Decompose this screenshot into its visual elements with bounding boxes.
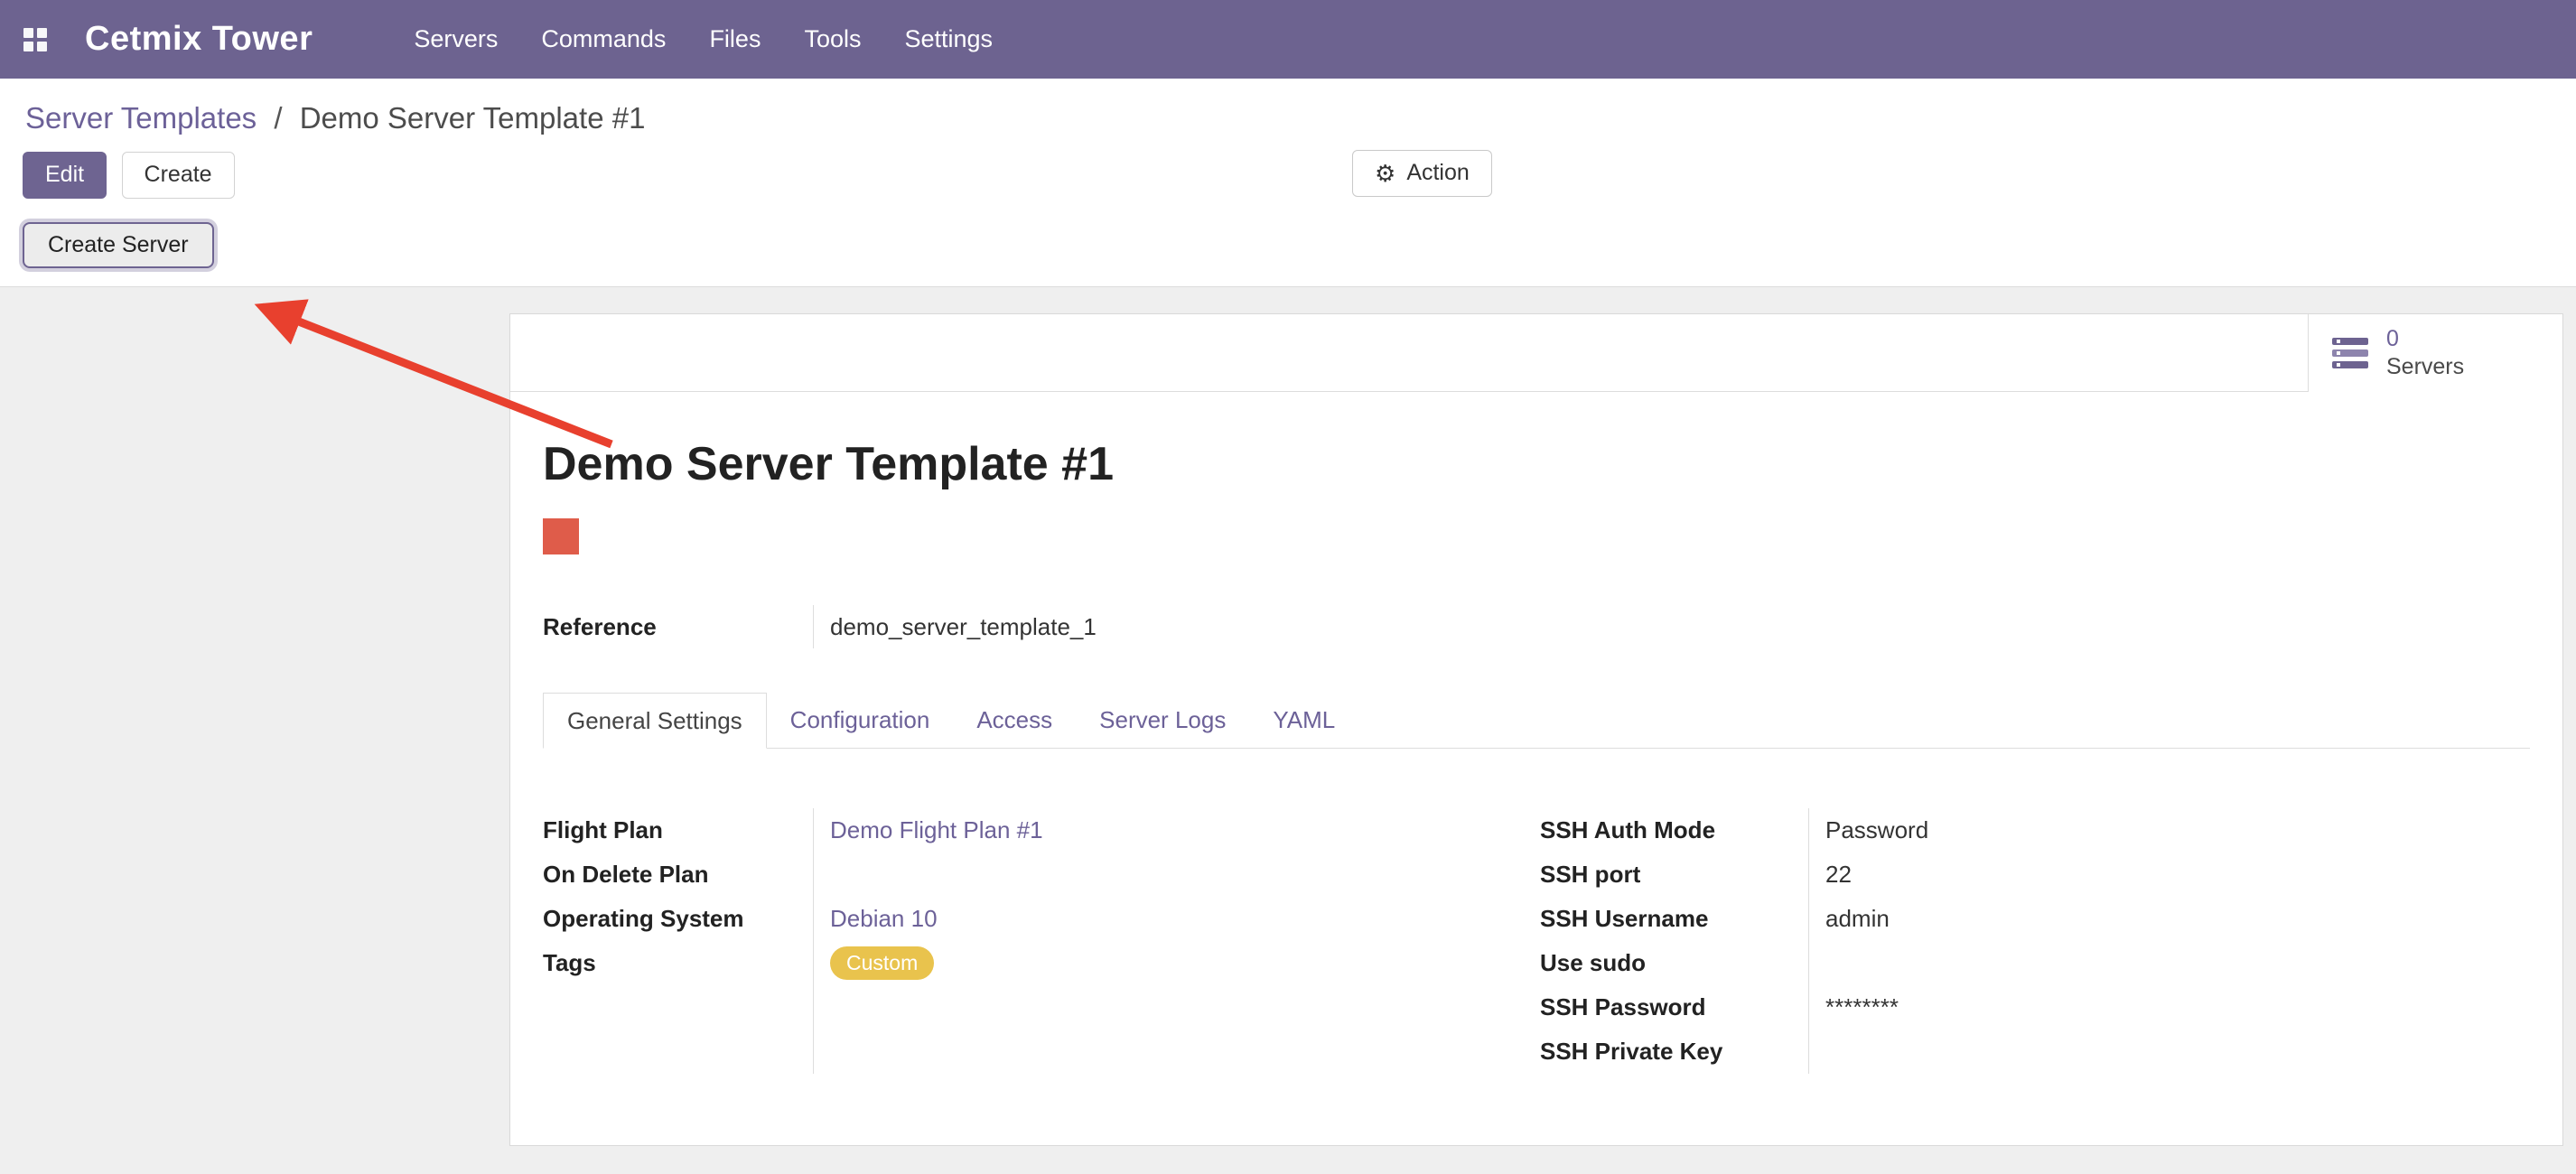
stat-button-strip: 0 Servers	[510, 314, 2562, 392]
ssh-auth-mode-value: Password	[1825, 816, 1928, 844]
breadcrumb-separator: /	[274, 101, 282, 135]
menu-item-servers[interactable]: Servers	[414, 25, 498, 53]
tab-access[interactable]: Access	[953, 692, 1076, 748]
ssh-password-value: ********	[1825, 993, 1899, 1021]
top-navbar: Cetmix Tower Servers Commands Files Tool…	[0, 0, 2576, 79]
stat-label: Servers	[2386, 354, 2464, 379]
content-area: 0 Servers Demo Server Template #1 Refere…	[0, 287, 2576, 1166]
servers-icon	[2330, 335, 2370, 371]
breadcrumb-current-record: Demo Server Template #1	[300, 101, 646, 135]
action-dropdown-button[interactable]: ⚙ Action	[1352, 150, 1492, 197]
tab-yaml[interactable]: YAML	[1249, 692, 1358, 748]
flight-plan-label: Flight Plan	[543, 808, 813, 853]
right-labels-column: SSH Auth Mode SSH port SSH Username Use …	[1540, 808, 1808, 1074]
control-panel: Server Templates / Demo Server Template …	[0, 79, 2576, 287]
operating-system-label: Operating System	[543, 897, 813, 941]
reference-field-row: Reference demo_server_template_1	[543, 605, 2530, 648]
main-menu: Servers Commands Files Tools Settings	[414, 25, 993, 53]
left-labels-column: Flight Plan On Delete Plan Operating Sys…	[543, 808, 813, 1074]
menu-item-tools[interactable]: Tools	[804, 25, 861, 53]
header-buttons-row: Create Server	[0, 211, 2576, 287]
apps-grid-icon[interactable]	[23, 28, 47, 51]
reference-value: demo_server_template_1	[813, 605, 2530, 648]
stat-value: 0	[2386, 326, 2399, 351]
left-values-column: Demo Flight Plan #1 Debian 10 Custom	[813, 808, 1540, 1074]
servers-stat-button[interactable]: 0 Servers	[2308, 314, 2562, 392]
ssh-username-value: admin	[1825, 905, 1890, 933]
record-title: Demo Server Template #1	[543, 437, 2530, 491]
general-left-group: Flight Plan On Delete Plan Operating Sys…	[543, 808, 1540, 1074]
sheet-body: Demo Server Template #1 Reference demo_s…	[510, 437, 2562, 1074]
notebook-tabs: General Settings Configuration Access Se…	[543, 692, 2530, 749]
menu-item-commands[interactable]: Commands	[541, 25, 666, 53]
tab-general-settings[interactable]: General Settings	[543, 693, 767, 749]
form-sheet: 0 Servers Demo Server Template #1 Refere…	[509, 313, 2563, 1146]
ssh-username-label: SSH Username	[1540, 897, 1808, 941]
menu-item-files[interactable]: Files	[709, 25, 761, 53]
edit-button[interactable]: Edit	[23, 152, 107, 199]
on-delete-plan-label: On Delete Plan	[543, 853, 813, 897]
color-swatch[interactable]	[543, 518, 579, 554]
action-button-label: Action	[1406, 161, 1469, 186]
flight-plan-value[interactable]: Demo Flight Plan #1	[830, 816, 1043, 844]
create-button[interactable]: Create	[122, 152, 235, 199]
ssh-password-label: SSH Password	[1540, 985, 1808, 1030]
app-brand[interactable]: Cetmix Tower	[85, 20, 313, 59]
breadcrumb-server-templates[interactable]: Server Templates	[25, 101, 257, 135]
gear-icon: ⚙	[1375, 162, 1395, 185]
operating-system-value[interactable]: Debian 10	[830, 905, 938, 933]
ssh-port-value: 22	[1825, 861, 1852, 889]
ssh-auth-mode-label: SSH Auth Mode	[1540, 808, 1808, 853]
right-values-column: Password 22 admin ********	[1808, 808, 2530, 1074]
tag-custom[interactable]: Custom	[830, 946, 934, 980]
create-server-button[interactable]: Create Server	[23, 222, 214, 269]
tab-configuration[interactable]: Configuration	[767, 692, 954, 748]
stat-text: 0 Servers	[2386, 325, 2464, 382]
tags-label: Tags	[543, 941, 813, 985]
reference-label: Reference	[543, 605, 813, 648]
use-sudo-label: Use sudo	[1540, 941, 1808, 985]
ssh-port-label: SSH port	[1540, 853, 1808, 897]
action-buttons-row: Edit Create ⚙ Action	[0, 141, 2576, 211]
ssh-private-key-label: SSH Private Key	[1540, 1030, 1808, 1074]
general-right-group: SSH Auth Mode SSH port SSH Username Use …	[1540, 808, 2530, 1074]
general-settings-content: Flight Plan On Delete Plan Operating Sys…	[543, 808, 2530, 1074]
menu-item-settings[interactable]: Settings	[904, 25, 993, 53]
breadcrumb: Server Templates / Demo Server Template …	[0, 79, 2576, 141]
tab-server-logs[interactable]: Server Logs	[1076, 692, 1249, 748]
